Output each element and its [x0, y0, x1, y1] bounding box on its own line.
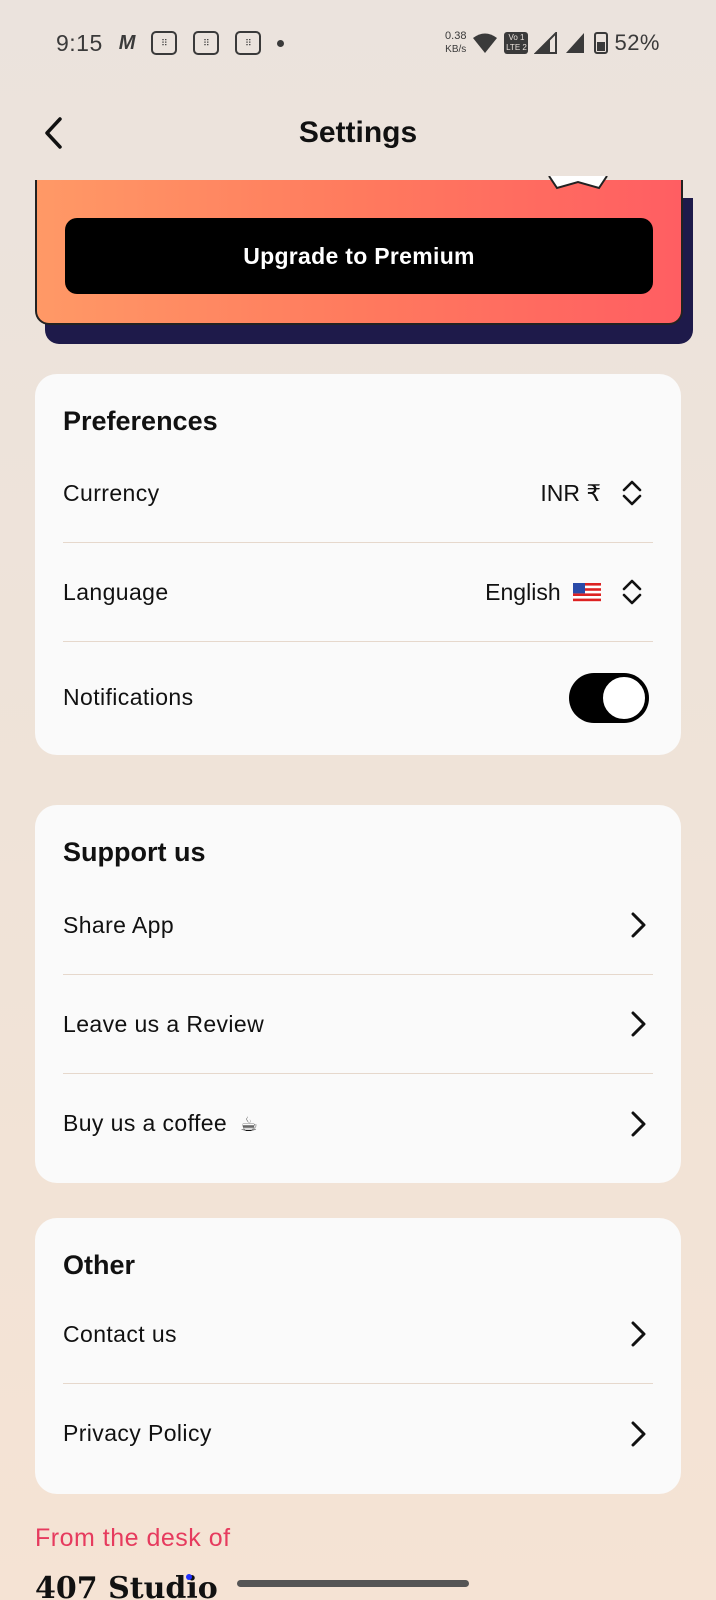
contact-us-label: Contact us — [63, 1321, 177, 1348]
network-speed-unit: KB/s — [445, 43, 466, 56]
upgrade-premium-button[interactable]: Upgrade to Premium — [65, 218, 653, 294]
currency-value: INR ₹ — [540, 480, 601, 507]
footer-desk-text: From the desk of — [35, 1524, 231, 1553]
language-selector[interactable]: English — [485, 578, 653, 606]
volte-icon: Vo 1 LTE 2 — [504, 32, 528, 54]
preferences-title: Preferences — [63, 406, 218, 437]
chevron-left-icon — [42, 116, 64, 150]
chevron-right-icon — [629, 1010, 647, 1038]
language-value: English — [485, 579, 560, 605]
chevron-right-icon — [629, 1110, 647, 1138]
other-title: Other — [63, 1250, 135, 1281]
signal-icon — [534, 32, 558, 54]
notifications-label: Notifications — [63, 684, 193, 711]
calculator-notification-icon: ⠿ — [193, 31, 219, 55]
status-time: 9:15 — [56, 30, 103, 57]
more-notifications-icon — [277, 40, 284, 47]
privacy-policy-label: Privacy Policy — [63, 1420, 212, 1447]
status-bar: 9:15 M ⠿ ⠿ ⠿ 0.38 KB/s Vo 1 LTE 2 52% — [0, 0, 716, 86]
language-value-wrap: English — [485, 579, 601, 606]
page-title: Settings — [299, 116, 417, 150]
premium-card: Upgrade to Premium — [35, 180, 683, 325]
ribbon-icon — [547, 176, 609, 192]
network-speed: 0.38 KB/s — [445, 30, 466, 56]
notifications-row: Notifications — [63, 648, 653, 747]
other-card: Other Contact us Privacy Policy — [35, 1218, 681, 1494]
coffee-icon: ☕ — [240, 1112, 258, 1137]
currency-row[interactable]: Currency INR ₹ — [63, 444, 653, 543]
language-row[interactable]: Language English — [63, 543, 653, 642]
network-speed-value: 0.38 — [445, 30, 466, 42]
us-flag-icon — [573, 583, 601, 603]
calculator-notification-icon: ⠿ — [151, 31, 177, 55]
buy-coffee-row[interactable]: Buy us a coffee ☕ — [63, 1074, 653, 1173]
leave-review-row[interactable]: Leave us a Review — [63, 975, 653, 1074]
share-app-row[interactable]: Share App — [63, 876, 653, 975]
gmail-notification-icon: M — [119, 32, 136, 55]
currency-label: Currency — [63, 480, 160, 507]
chevron-up-down-icon — [621, 479, 643, 507]
wifi-icon — [472, 32, 498, 54]
home-indicator[interactable] — [237, 1580, 469, 1587]
signal-roaming-icon — [564, 32, 588, 54]
premium-banner: Upgrade to Premium — [35, 180, 693, 344]
language-label: Language — [63, 579, 169, 606]
chevron-up-down-icon — [621, 578, 643, 606]
buy-coffee-label-wrap: Buy us a coffee ☕ — [63, 1110, 258, 1137]
preferences-card: Preferences Currency INR ₹ Language Engl… — [35, 374, 681, 755]
status-bar-right: 0.38 KB/s Vo 1 LTE 2 52% — [445, 30, 660, 56]
chevron-right-icon — [629, 911, 647, 939]
share-app-label: Share App — [63, 912, 174, 939]
chevron-right-icon — [629, 1420, 647, 1448]
notifications-toggle[interactable] — [569, 673, 649, 723]
leave-review-label: Leave us a Review — [63, 1011, 264, 1038]
battery-percent: 52% — [614, 30, 660, 56]
battery-icon — [594, 32, 608, 54]
buy-coffee-label: Buy us a coffee — [63, 1110, 227, 1136]
support-card: Support us Share App Leave us a Review B… — [35, 805, 681, 1183]
back-button[interactable] — [30, 110, 76, 156]
support-title: Support us — [63, 837, 206, 868]
app-header: Settings — [0, 100, 716, 166]
chevron-right-icon — [629, 1320, 647, 1348]
studio-logo-dot — [186, 1574, 192, 1580]
currency-selector[interactable]: INR ₹ — [540, 479, 653, 507]
calculator-notification-icon: ⠿ — [235, 31, 261, 55]
contact-us-row[interactable]: Contact us — [63, 1285, 653, 1384]
status-bar-left: 9:15 M ⠿ ⠿ ⠿ — [56, 30, 284, 57]
privacy-policy-row[interactable]: Privacy Policy — [63, 1384, 653, 1483]
toggle-knob — [602, 676, 646, 720]
